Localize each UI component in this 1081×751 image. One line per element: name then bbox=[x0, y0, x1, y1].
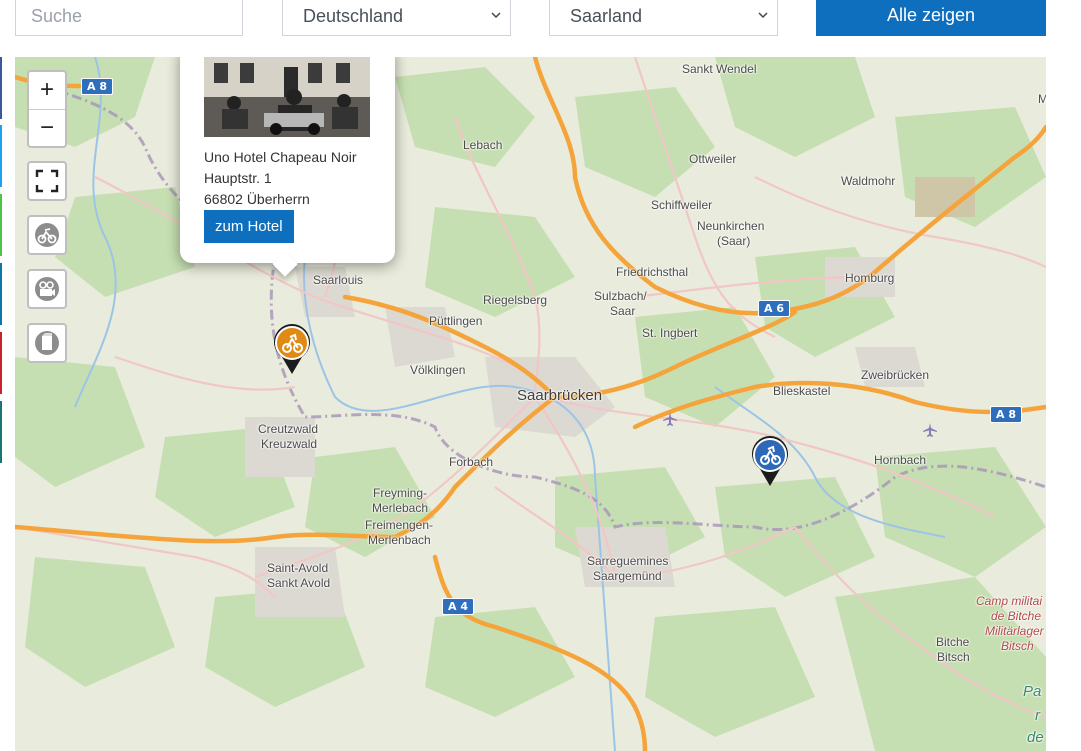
place-label: Merlenbach bbox=[368, 533, 431, 547]
place-label: Homburg bbox=[845, 271, 895, 285]
map-basemap bbox=[15, 57, 1046, 751]
zoom-out-button[interactable]: − bbox=[29, 109, 65, 147]
place-label: Sankt Wendel bbox=[682, 62, 757, 76]
page-icon bbox=[35, 331, 59, 355]
hotel-marker-orange[interactable] bbox=[272, 324, 312, 376]
place-label: Sulzbach/ bbox=[594, 289, 647, 303]
road-shield: A 6 bbox=[758, 300, 790, 317]
airport-icon bbox=[663, 412, 677, 426]
place-label: r bbox=[1035, 707, 1040, 724]
place-label: Friedrichsthal bbox=[616, 265, 689, 279]
zum-hotel-button[interactable]: zum Hotel bbox=[204, 210, 294, 243]
motorbike-icon bbox=[35, 223, 59, 247]
chevron-down-icon bbox=[491, 12, 501, 19]
place-label: Völklingen bbox=[410, 363, 466, 377]
airport-icon bbox=[923, 423, 937, 437]
place-label: Bitche bbox=[936, 635, 970, 649]
road-shield: A 4 bbox=[442, 598, 474, 615]
place-label: St. Ingbert bbox=[642, 326, 698, 340]
place-label: Hornbach bbox=[874, 453, 927, 467]
place-label: Sarreguemines bbox=[587, 554, 669, 568]
search-input[interactable]: Suche bbox=[15, 0, 243, 36]
place-label: Blieskastel bbox=[773, 384, 831, 398]
country-select[interactable]: Deutschland bbox=[282, 0, 511, 36]
place-label: Freyming- bbox=[373, 486, 428, 500]
hotel-photo bbox=[204, 57, 370, 137]
place-label: de bbox=[1027, 729, 1044, 746]
place-label: Saargemünd bbox=[593, 569, 662, 583]
fullscreen-icon bbox=[35, 169, 59, 193]
hotel-marker-blue[interactable] bbox=[750, 436, 790, 488]
place-label: Kreuzwald bbox=[261, 437, 318, 451]
place-label: Ottweiler bbox=[689, 152, 737, 166]
place-label: Lebach bbox=[463, 138, 503, 152]
show-all-button[interactable]: Alle zeigen bbox=[816, 0, 1046, 36]
share-strip-whatsapp[interactable] bbox=[0, 194, 2, 256]
place-label: Riegelsberg bbox=[483, 293, 548, 307]
place-label: Camp militai bbox=[976, 594, 1043, 608]
place-label: Creutzwald bbox=[258, 422, 319, 436]
region-select-value: Saarland bbox=[570, 6, 643, 26]
chevron-down-icon bbox=[758, 12, 768, 19]
hotel-city: 66802 Überherrn bbox=[204, 191, 310, 207]
zoom-control: + − bbox=[27, 70, 67, 148]
place-label: Neunkirchen bbox=[697, 219, 765, 233]
share-strip-xing[interactable] bbox=[0, 401, 2, 463]
hotel-street: Hauptstr. 1 bbox=[204, 170, 272, 186]
map[interactable]: Sankt Wendel Lebach Ottweiler Waldmohr S… bbox=[15, 57, 1046, 751]
hotel-popup: Uno Hotel Chapeau Noir Hauptstr. 1 66802… bbox=[180, 57, 395, 277]
country-select-value: Deutschland bbox=[303, 6, 404, 26]
road-shield: A 8 bbox=[990, 406, 1022, 423]
place-label: Schiffweiler bbox=[651, 198, 713, 212]
place-label: Bitsch bbox=[1001, 639, 1034, 653]
place-label: Zweibrücken bbox=[861, 368, 930, 382]
place-label: Saarbrücken bbox=[517, 387, 603, 404]
place-label: Sankt Avold bbox=[267, 576, 331, 590]
share-strip-facebook[interactable] bbox=[0, 57, 2, 119]
fullscreen-button[interactable] bbox=[27, 161, 67, 201]
layer-page-button[interactable] bbox=[27, 323, 67, 363]
place-label: Waldmohr bbox=[841, 174, 896, 188]
place-label: Merlebach bbox=[372, 501, 429, 515]
place-label: de Bitche bbox=[991, 609, 1042, 623]
share-strip-twitter[interactable] bbox=[0, 125, 2, 187]
place-label: Militärlager bbox=[985, 624, 1044, 638]
hotel-name: Uno Hotel Chapeau Noir bbox=[204, 149, 357, 165]
video-camera-icon bbox=[35, 277, 59, 301]
share-strip-linkedin[interactable] bbox=[0, 263, 2, 325]
place-label: Püttlingen bbox=[429, 314, 483, 328]
road-shield: A 8 bbox=[81, 78, 113, 95]
place-label: (Saar) bbox=[717, 234, 751, 248]
place-label: Saarlouis bbox=[313, 273, 364, 287]
place-label: M bbox=[1038, 92, 1046, 106]
zoom-in-button[interactable]: + bbox=[29, 72, 65, 109]
place-label: Saint-Avold bbox=[267, 561, 329, 575]
place-label: Forbach bbox=[449, 455, 494, 469]
share-strip-pinterest[interactable] bbox=[0, 332, 2, 394]
layer-camera-button[interactable] bbox=[27, 269, 67, 309]
place-label: Freimengen- bbox=[365, 518, 434, 532]
layer-motorbike-button[interactable] bbox=[27, 215, 67, 255]
region-select[interactable]: Saarland bbox=[549, 0, 778, 36]
place-label: Bitsch bbox=[937, 650, 970, 664]
place-label: Pa bbox=[1023, 683, 1042, 700]
place-label: Saar bbox=[610, 304, 636, 318]
